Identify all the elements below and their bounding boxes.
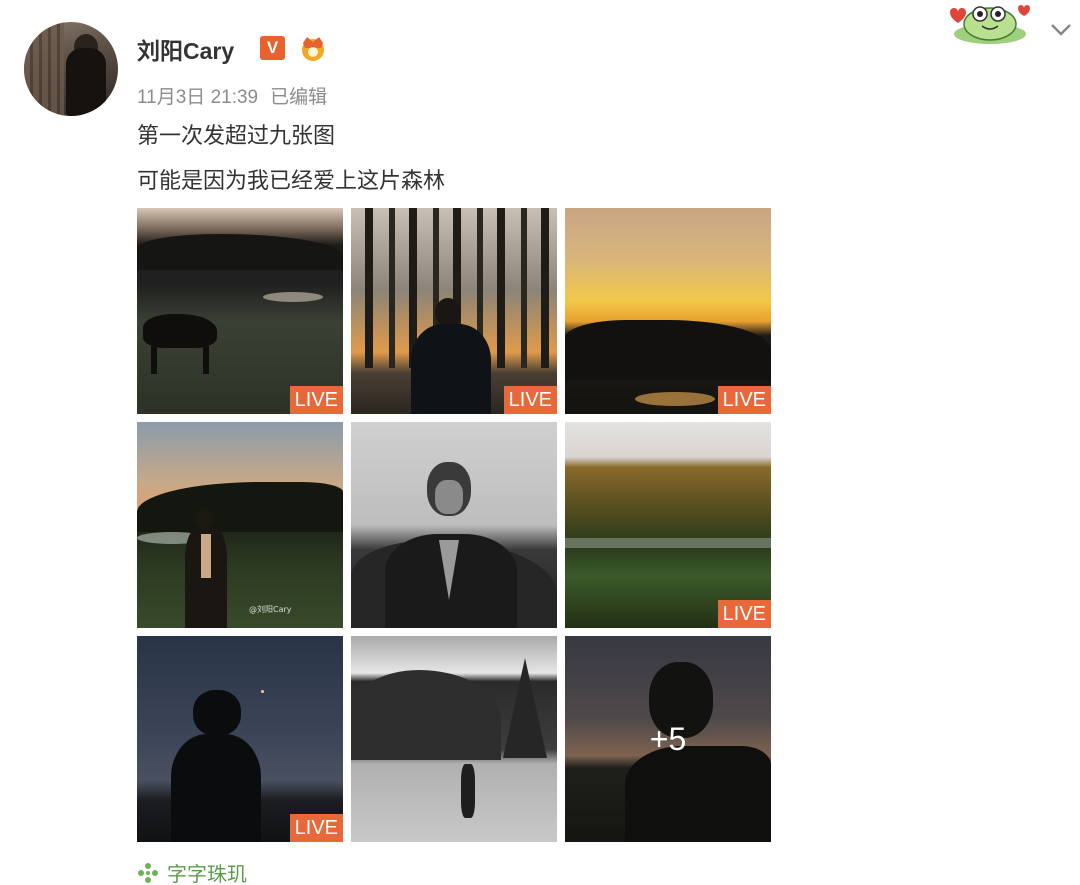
- hill-silhouette: [565, 320, 771, 380]
- avatar-background: [24, 22, 64, 116]
- photo-8[interactable]: [351, 636, 557, 842]
- reflection: [635, 392, 715, 406]
- post-timestamp[interactable]: 11月3日 21:39: [137, 87, 258, 108]
- photo-5[interactable]: [351, 422, 557, 628]
- topic-label[interactable]: 字字珠玑: [167, 858, 247, 885]
- person-head: [195, 508, 213, 530]
- horse-body: [143, 314, 217, 348]
- chevron-down-icon[interactable]: [1049, 22, 1073, 38]
- person-face: [435, 480, 463, 514]
- topic-link[interactable]: 字字珠玑: [137, 858, 247, 885]
- moon: [261, 690, 264, 693]
- person-head: [193, 690, 241, 736]
- photo-9[interactable]: +5: [565, 636, 771, 842]
- frog-sticker-icon[interactable]: [938, 0, 1038, 46]
- post-meta: 11月3日 21:39 已编辑: [137, 82, 327, 109]
- pine-tree: [503, 658, 547, 758]
- forest-silhouette: [137, 482, 343, 532]
- forest-bw: [351, 670, 501, 760]
- post-text-line-2: 可能是因为我已经爱上这片森林: [137, 169, 446, 194]
- avatar[interactable]: [24, 22, 118, 116]
- avatar-figure: [66, 48, 106, 116]
- live-badge: LIVE: [289, 386, 343, 414]
- river: [565, 538, 771, 548]
- verified-badge-icon: V: [260, 36, 285, 60]
- person-figure: [461, 764, 475, 818]
- photo-1[interactable]: LIVE: [137, 208, 343, 414]
- horse-leg: [203, 346, 209, 374]
- topic-icon: [138, 862, 158, 883]
- photo-grid: LIVE LIVE LIVE @刘阳Cary LIVE LIVE +5: [137, 208, 771, 842]
- crown-icon: [302, 37, 324, 61]
- pond: [263, 292, 323, 302]
- person-coat: [411, 324, 491, 414]
- photo-6[interactable]: LIVE: [565, 422, 771, 628]
- live-badge: LIVE: [289, 814, 343, 842]
- photo-2[interactable]: LIVE: [351, 208, 557, 414]
- horse-leg: [151, 346, 157, 374]
- treeline: [137, 234, 343, 270]
- photo-3[interactable]: LIVE: [565, 208, 771, 414]
- live-badge: LIVE: [717, 386, 771, 414]
- more-photos-overlay[interactable]: +5: [565, 636, 771, 842]
- photo-4[interactable]: @刘阳Cary: [137, 422, 343, 628]
- live-badge: LIVE: [503, 386, 557, 414]
- edited-label[interactable]: 已编辑: [270, 87, 327, 108]
- username-link[interactable]: 刘阳Cary: [137, 32, 234, 66]
- person-chest: [201, 534, 211, 578]
- person-body: [171, 734, 261, 842]
- post-text-line-1: 第一次发超过九张图: [137, 124, 336, 149]
- photo-7[interactable]: LIVE: [137, 636, 343, 842]
- live-badge: LIVE: [717, 600, 771, 628]
- watermark: @刘阳Cary: [249, 605, 292, 614]
